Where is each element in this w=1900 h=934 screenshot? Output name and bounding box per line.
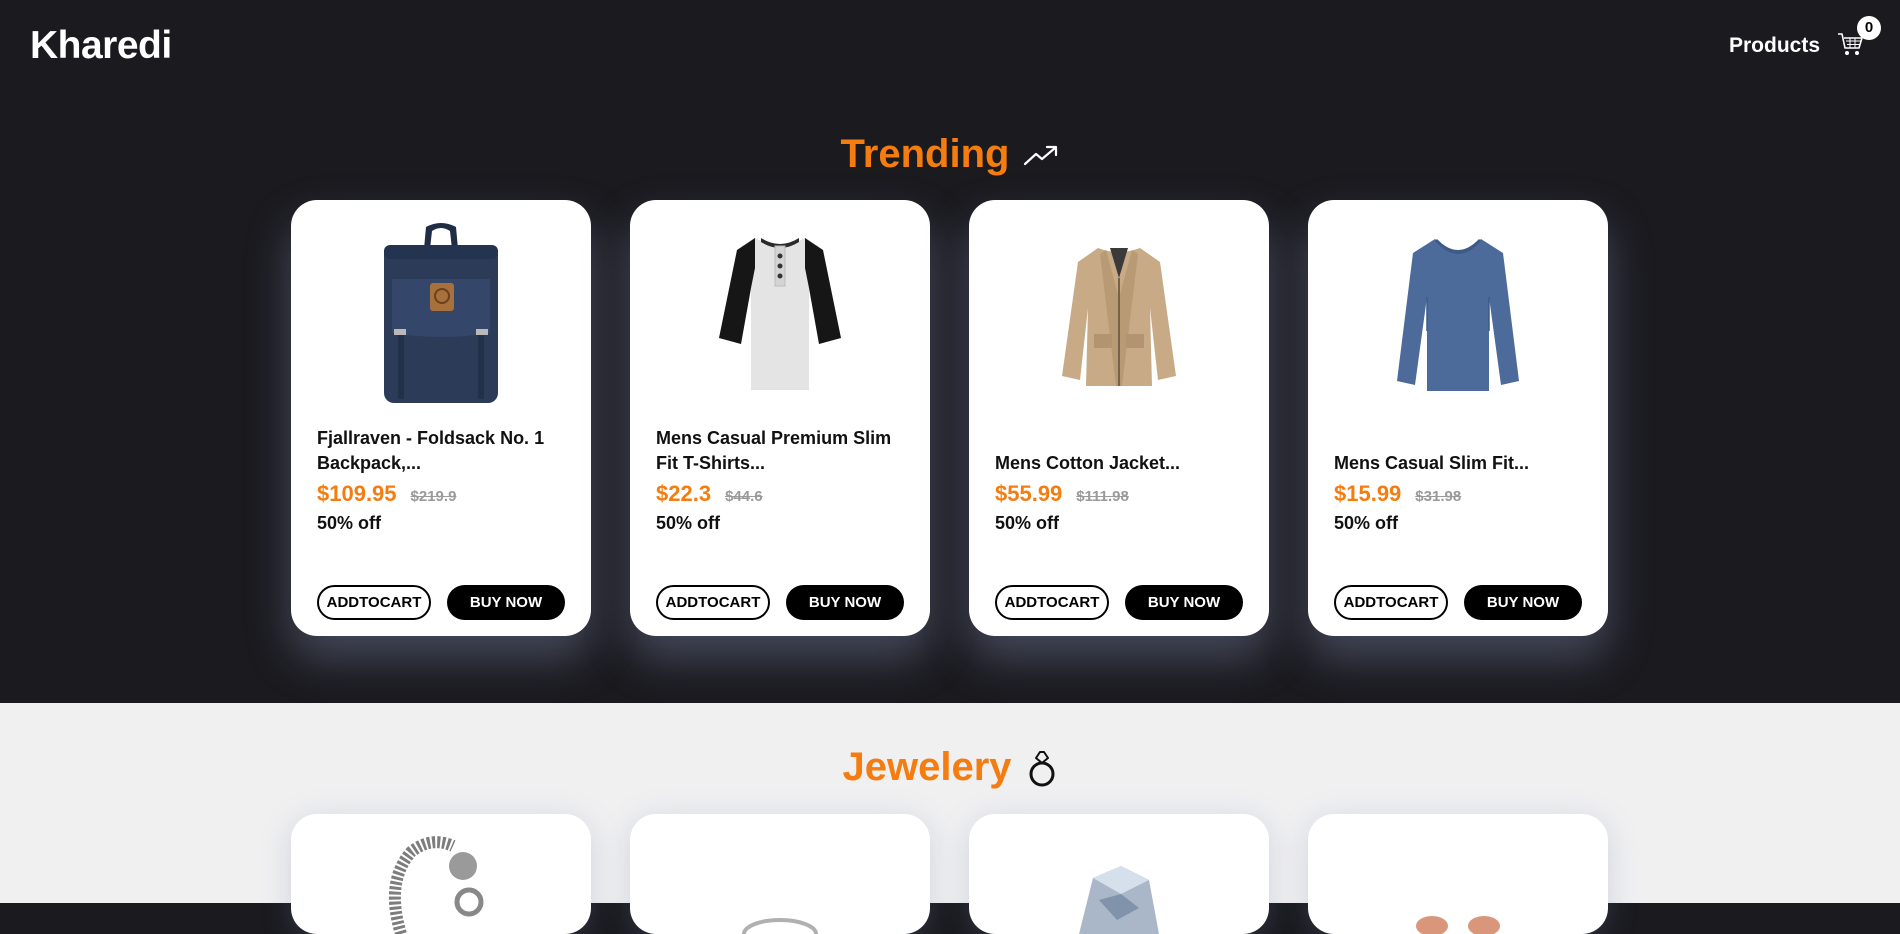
product-card[interactable]: Mens Casual Premium Slim Fit T-Shirts...… (630, 200, 930, 636)
logo[interactable]: Kharedi (30, 24, 172, 68)
product-card[interactable]: Mens Casual Slim Fit... $15.99 $31.98 50%… (1308, 200, 1608, 636)
jacket-image[interactable] (969, 218, 1269, 408)
price-row: $55.99 $111.98 (995, 481, 1129, 507)
gem-ring-image[interactable] (1059, 860, 1179, 934)
add-to-cart-button[interactable]: ADDTOCART (656, 585, 770, 620)
ring-image[interactable] (740, 896, 820, 934)
top-nav: Kharedi Products 0 (0, 0, 1900, 96)
product-card[interactable] (969, 814, 1269, 934)
price-row: $109.95 $219.9 (317, 481, 456, 507)
longsleeve-image[interactable] (1308, 218, 1608, 408)
product-name[interactable]: Mens Casual Slim Fit... (1334, 451, 1584, 476)
add-to-cart-button[interactable]: ADDTOCART (995, 585, 1109, 620)
backpack-image[interactable] (291, 218, 591, 408)
product-name[interactable]: Mens Cotton Jacket... (995, 451, 1245, 476)
price-row: $22.3 $44.6 (656, 481, 763, 507)
product-card[interactable]: Fjallraven - Foldsack No. 1 Backpack,...… (291, 200, 591, 636)
buy-now-button[interactable]: BUY NOW (786, 585, 904, 620)
product-card[interactable] (1308, 814, 1608, 934)
earrings-image[interactable] (1408, 900, 1508, 934)
jewelery-heading: Jewelery (0, 745, 1900, 790)
discount-label: 50% off (656, 513, 721, 533)
bracelet-image[interactable] (371, 832, 491, 934)
product-card[interactable] (630, 814, 930, 934)
trending-heading: Trending (0, 132, 1900, 177)
product-name[interactable]: Mens Casual Premium Slim Fit T-Shirts... (656, 426, 906, 476)
trending-up-icon (1024, 146, 1058, 166)
discount-label: 50% off (317, 513, 382, 533)
product-price: $109.95 (317, 481, 397, 506)
cart-count-badge: 0 (1857, 16, 1881, 40)
jewelery-section: Jewelery (0, 703, 1900, 934)
discount-label: 50% off (995, 513, 1060, 533)
product-price: $22.3 (656, 481, 712, 506)
buy-now-button[interactable]: BUY NOW (447, 585, 565, 620)
discount-label: 50% off (1334, 513, 1399, 533)
trending-section: Trending Fjallraven - Foldsack No. 1 Bac… (0, 96, 1900, 703)
product-card[interactable] (291, 814, 591, 934)
product-name[interactable]: Fjallraven - Foldsack No. 1 Backpack,... (317, 426, 567, 476)
ring-icon (1029, 751, 1055, 787)
original-price: $111.98 (1076, 488, 1129, 505)
original-price: $44.6 (725, 488, 763, 505)
original-price: $31.98 (1415, 488, 1462, 505)
tshirt-image[interactable] (630, 218, 930, 408)
buy-now-button[interactable]: BUY NOW (1464, 585, 1582, 620)
original-price: $219.9 (410, 488, 457, 505)
trending-title: Trending (840, 132, 1010, 176)
product-price: $15.99 (1334, 481, 1402, 506)
price-row: $15.99 $31.98 (1334, 481, 1461, 507)
jewelery-title: Jewelery (842, 745, 1012, 789)
product-price: $55.99 (995, 481, 1063, 506)
nav-link-products[interactable]: Products (1729, 34, 1820, 58)
buy-now-button[interactable]: BUY NOW (1125, 585, 1243, 620)
add-to-cart-button[interactable]: ADDTOCART (317, 585, 431, 620)
product-card[interactable]: Mens Cotton Jacket... $55.99 $111.98 50% … (969, 200, 1269, 636)
add-to-cart-button[interactable]: ADDTOCART (1334, 585, 1448, 620)
